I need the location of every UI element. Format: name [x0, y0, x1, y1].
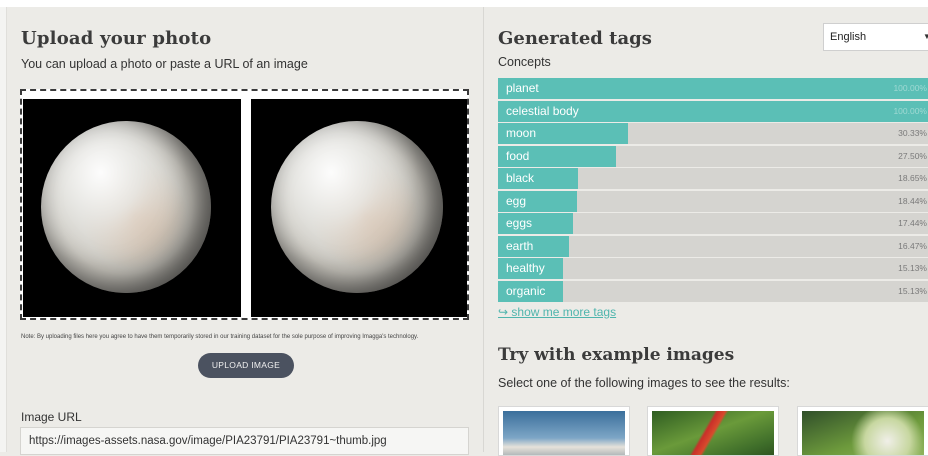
example-image	[802, 411, 924, 455]
tag-name: healthy	[506, 261, 545, 276]
language-select-value: English	[830, 31, 867, 43]
tag-confidence: 100.00%	[893, 105, 927, 116]
tag-name: egg	[506, 193, 527, 208]
tag-name: food	[506, 148, 530, 163]
examples-subtitle: Select one of the following images to se…	[498, 376, 790, 390]
tag-name: black	[506, 171, 535, 186]
tag-confidence: 100.00%	[893, 83, 927, 93]
tag-name: organic	[506, 283, 546, 298]
tag-confidence: 17.44%	[898, 218, 927, 229]
upload-image-button[interactable]: UPLOAD IMAGE	[198, 353, 294, 378]
panel-divider	[483, 7, 484, 452]
planet-image	[271, 121, 443, 293]
concepts-label: Concepts	[498, 55, 551, 69]
example-image	[652, 411, 774, 455]
uploaded-image-right	[251, 99, 467, 317]
tag-confidence: 16.47%	[898, 240, 927, 251]
upload-note: Note: By uploading files here you agree …	[21, 334, 419, 340]
planet-image	[41, 121, 211, 293]
tag-row: food 27.50%	[498, 145, 928, 167]
upload-title: Upload your photo	[21, 28, 212, 49]
tag-row: healthy 15.13%	[498, 258, 928, 280]
tag-name: eggs	[506, 216, 533, 231]
tag-row: egg 18.44%	[498, 190, 928, 212]
tag-name: earth	[506, 238, 534, 253]
image-url-input[interactable]: https://images-assets.nasa.gov/image/PIA…	[20, 427, 469, 455]
tag-row: planet 100.00%	[498, 78, 928, 99]
results-title: Generated tags	[498, 28, 652, 49]
tag-confidence: 18.65%	[898, 173, 927, 184]
language-select[interactable]: English ▼	[823, 23, 928, 51]
example-image	[503, 411, 625, 455]
caret-down-icon: ▼	[923, 32, 928, 41]
examples-title: Try with example images	[498, 345, 735, 365]
tag-confidence: 15.13%	[898, 263, 927, 274]
example-image-thumbnail[interactable]	[647, 406, 779, 456]
tag-row: earth 16.47%	[498, 235, 928, 257]
confidence-bar	[498, 78, 928, 99]
tag-row: eggs 17.44%	[498, 213, 928, 235]
tag-row: celestial body 100.00%	[498, 100, 928, 122]
tag-row: black 18.65%	[498, 168, 928, 190]
tag-list: planet 100.00% celestial body 100.00% moon 30…	[498, 78, 928, 303]
tag-confidence: 30.33%	[898, 128, 927, 139]
tag-confidence: 15.13%	[898, 285, 927, 296]
show-more-tags-link[interactable]: ↪ show me more tags	[498, 305, 616, 319]
example-image-thumbnail[interactable]	[797, 406, 928, 456]
tag-confidence: 18.44%	[898, 195, 927, 206]
image-drop-zone[interactable]	[20, 89, 469, 320]
top-strip	[0, 0, 928, 7]
image-url-label: Image URL	[21, 410, 82, 424]
left-edge	[0, 7, 7, 452]
uploaded-image-left	[23, 99, 241, 317]
tag-name: planet	[506, 81, 539, 95]
upload-subtitle: You can upload a photo or paste a URL of…	[21, 57, 308, 71]
example-image-thumbnail[interactable]	[498, 406, 630, 456]
tag-row: organic 15.13%	[498, 280, 928, 302]
tag-row: moon 30.33%	[498, 123, 928, 145]
tag-confidence: 27.50%	[898, 150, 927, 161]
tag-name: moon	[506, 126, 537, 141]
tag-name: celestial body	[506, 103, 579, 118]
